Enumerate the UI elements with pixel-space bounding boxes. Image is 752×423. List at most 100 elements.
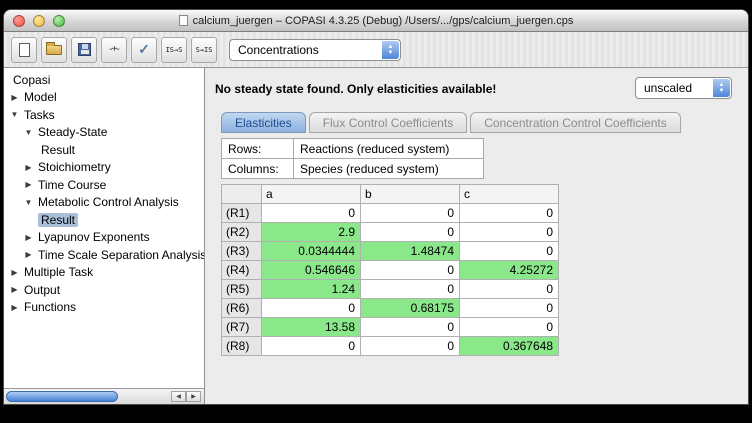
matrix-cell: 0.546646 [262,261,361,280]
check-icon: ✓ [138,41,150,58]
matrix-cell: 0.0344444 [262,242,361,261]
matrix-row-r1: (R1)000 [222,204,559,223]
tree-item-model[interactable]: ▶Model [4,89,204,107]
save-button[interactable] [71,37,97,63]
tree-item-output[interactable]: ▶Output [4,281,204,299]
matrix-row-header: (R4) [222,261,262,280]
tree-item-label: Model [21,90,60,104]
minimize-button[interactable] [33,15,45,27]
slider-button[interactable]: -+- [101,37,127,63]
new-document-button[interactable] [11,37,37,63]
matrix-column-header-c: c [460,185,559,204]
tree-item-lyapunov-exponents[interactable]: ▶Lyapunov Exponents [4,229,204,247]
matrix-row-header: (R2) [222,223,262,242]
close-button[interactable] [13,15,25,27]
matrix-cell: 0 [460,280,559,299]
tab-flux-control-coefficients[interactable]: Flux Control Coefficients [309,112,468,133]
tree-item-time-course[interactable]: ▶Time Course [4,176,204,194]
sidebar-horizontal-scrollbar[interactable]: ◀ ▶ [4,388,204,404]
task-combobox[interactable]: Concentrations ▲▼ [229,39,401,61]
matrix-row-r4: (R4)0.54664604.25272 [222,261,559,280]
matrix-cell: 13.58 [262,318,361,337]
triangle-collapsed-icon[interactable]: ▶ [10,303,19,312]
matrix-row-r6: (R6)00.681750 [222,299,559,318]
sidebar-tree: Copasi▶Model▼Tasks▼Steady-StateResult▶St… [4,68,204,388]
triangle-collapsed-icon[interactable]: ▶ [10,268,19,277]
matrix-row-header: (R3) [222,242,262,261]
matrix-cell: 0 [460,318,559,337]
matrix-cell: 4.25272 [460,261,559,280]
triangle-collapsed-icon[interactable]: ▶ [24,250,33,259]
triangle-expanded-icon[interactable]: ▼ [10,110,19,119]
matrix-cell: 0 [361,318,460,337]
tree-item-label: Steady-State [35,125,110,139]
matrix-cell: 0 [361,280,460,299]
toolbar-buttons: -+- ✓ IS→S S→IS [11,37,217,63]
copasi-window: calcium_juergen – COPASI 4.3.25 (Debug) … [4,10,748,404]
scale-combobox-value: unscaled [644,81,692,95]
matrix-cell: 0.367648 [460,337,559,356]
tree-item-label: Time Scale Separation Analysis [35,248,204,262]
matrix-row-r2: (R2)2.900 [222,223,559,242]
tree-item-label: Output [21,283,63,297]
matrix-row-r3: (R3)0.03444441.484740 [222,242,559,261]
tree-item-label: Metabolic Control Analysis [35,195,182,209]
save-icon [78,43,91,56]
tree-item-label: Result [38,143,78,157]
tree-item-tasks[interactable]: ▼Tasks [4,106,204,124]
check-button[interactable]: ✓ [131,37,157,63]
matrix-cell: 1.24 [262,280,361,299]
matrix-cell: 0 [262,204,361,223]
tree-item-label: Multiple Task [21,265,96,279]
title-bar[interactable]: calcium_juergen – COPASI 4.3.25 (Debug) … [4,10,748,32]
matrix-row-header: (R5) [222,280,262,299]
open-folder-button[interactable] [41,37,67,63]
scrollbar-thumb[interactable] [6,391,118,402]
tree-item-label: Copasi [10,73,53,87]
toolbar: -+- ✓ IS→S S→IS Concentrations ▲▼ [4,32,748,68]
combo-stepper-icon: ▲▼ [713,79,730,97]
tree-item-stoichiometry[interactable]: ▶Stoichiometry [4,159,204,177]
scroll-left-button[interactable]: ◀ [171,391,186,402]
matrix-cell: 0 [460,299,559,318]
triangle-expanded-icon[interactable]: ▼ [24,128,33,137]
triangle-collapsed-icon[interactable]: ▶ [24,163,33,172]
scale-combobox[interactable]: unscaled ▲▼ [635,77,732,99]
matrix-cell: 0 [262,337,361,356]
is-to-s-button[interactable]: IS→S [161,37,187,63]
scroll-right-button[interactable]: ▶ [186,391,201,402]
tree-item-result[interactable]: Result [4,141,204,159]
triangle-expanded-icon[interactable]: ▼ [24,198,33,207]
triangle-collapsed-icon[interactable]: ▶ [10,285,19,294]
window-title-text: calcium_juergen – COPASI 4.3.25 (Debug) … [193,15,574,27]
tab-concentration-control-coefficients[interactable]: Concentration Control Coefficients [470,112,681,133]
tree-item-copasi[interactable]: Copasi [4,71,204,89]
triangle-collapsed-icon[interactable]: ▶ [24,180,33,189]
tree-item-steady-state[interactable]: ▼Steady-State [4,124,204,142]
matrix-cell: 2.9 [262,223,361,242]
matrix-row-header: (R8) [222,337,262,356]
triangle-collapsed-icon[interactable]: ▶ [10,93,19,102]
tree-item-multiple-task[interactable]: ▶Multiple Task [4,264,204,282]
matrix-row-r8: (R8)000.367648 [222,337,559,356]
tree-item-functions[interactable]: ▶Functions [4,299,204,317]
matrix-row-r5: (R5)1.2400 [222,280,559,299]
tree-item-metabolic-control-analysis[interactable]: ▼Metabolic Control Analysis [4,194,204,212]
matrix-column-header-a: a [262,185,361,204]
matrix-row-header: (R6) [222,299,262,318]
info-key: Columns: [222,159,294,179]
tree-item-label: Time Course [35,178,109,192]
tree-item-time-scale-separation-analysis[interactable]: ▶Time Scale Separation Analysis [4,246,204,264]
new-document-icon [19,43,30,57]
info-row-rows: Rows:Reactions (reduced system) [222,139,484,159]
tab-elasticities[interactable]: Elasticities [221,112,306,133]
zoom-button[interactable] [53,15,65,27]
s-to-is-button[interactable]: S→IS [191,37,217,63]
tree-item-result[interactable]: Result [4,211,204,229]
s-to-is-icon: S→IS [196,46,213,54]
info-value: Reactions (reduced system) [294,139,484,159]
matrix-cell: 0 [361,204,460,223]
info-key: Rows: [222,139,294,159]
axis-info-table: Rows:Reactions (reduced system)Columns:S… [221,138,484,179]
triangle-collapsed-icon[interactable]: ▶ [24,233,33,242]
